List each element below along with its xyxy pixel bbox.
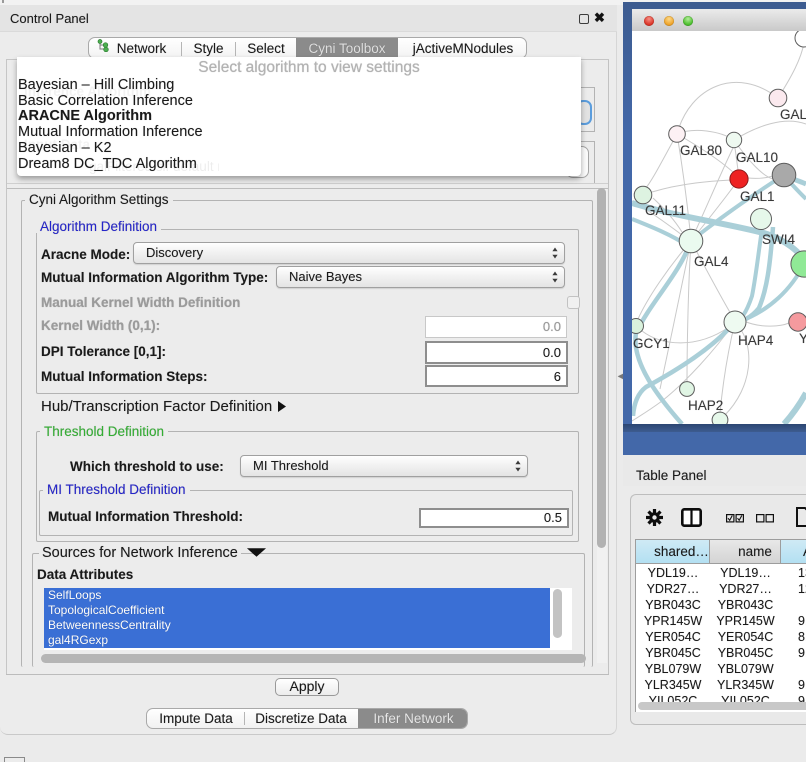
svg-text:GAL11: GAL11 xyxy=(645,203,686,218)
svg-text:HAP4: HAP4 xyxy=(738,333,774,348)
svg-text:GAL1: GAL1 xyxy=(740,189,775,204)
svg-text:GCY1: GCY1 xyxy=(633,336,670,351)
svg-text:GAL: GAL xyxy=(780,107,806,122)
svg-text:GAL4: GAL4 xyxy=(694,254,729,269)
svg-text:GAL10: GAL10 xyxy=(736,150,778,165)
svg-text:Y: Y xyxy=(799,331,806,346)
svg-text:GAL80: GAL80 xyxy=(680,143,722,158)
svg-text:SWI4: SWI4 xyxy=(762,232,795,247)
svg-text:HAP2: HAP2 xyxy=(688,398,723,413)
